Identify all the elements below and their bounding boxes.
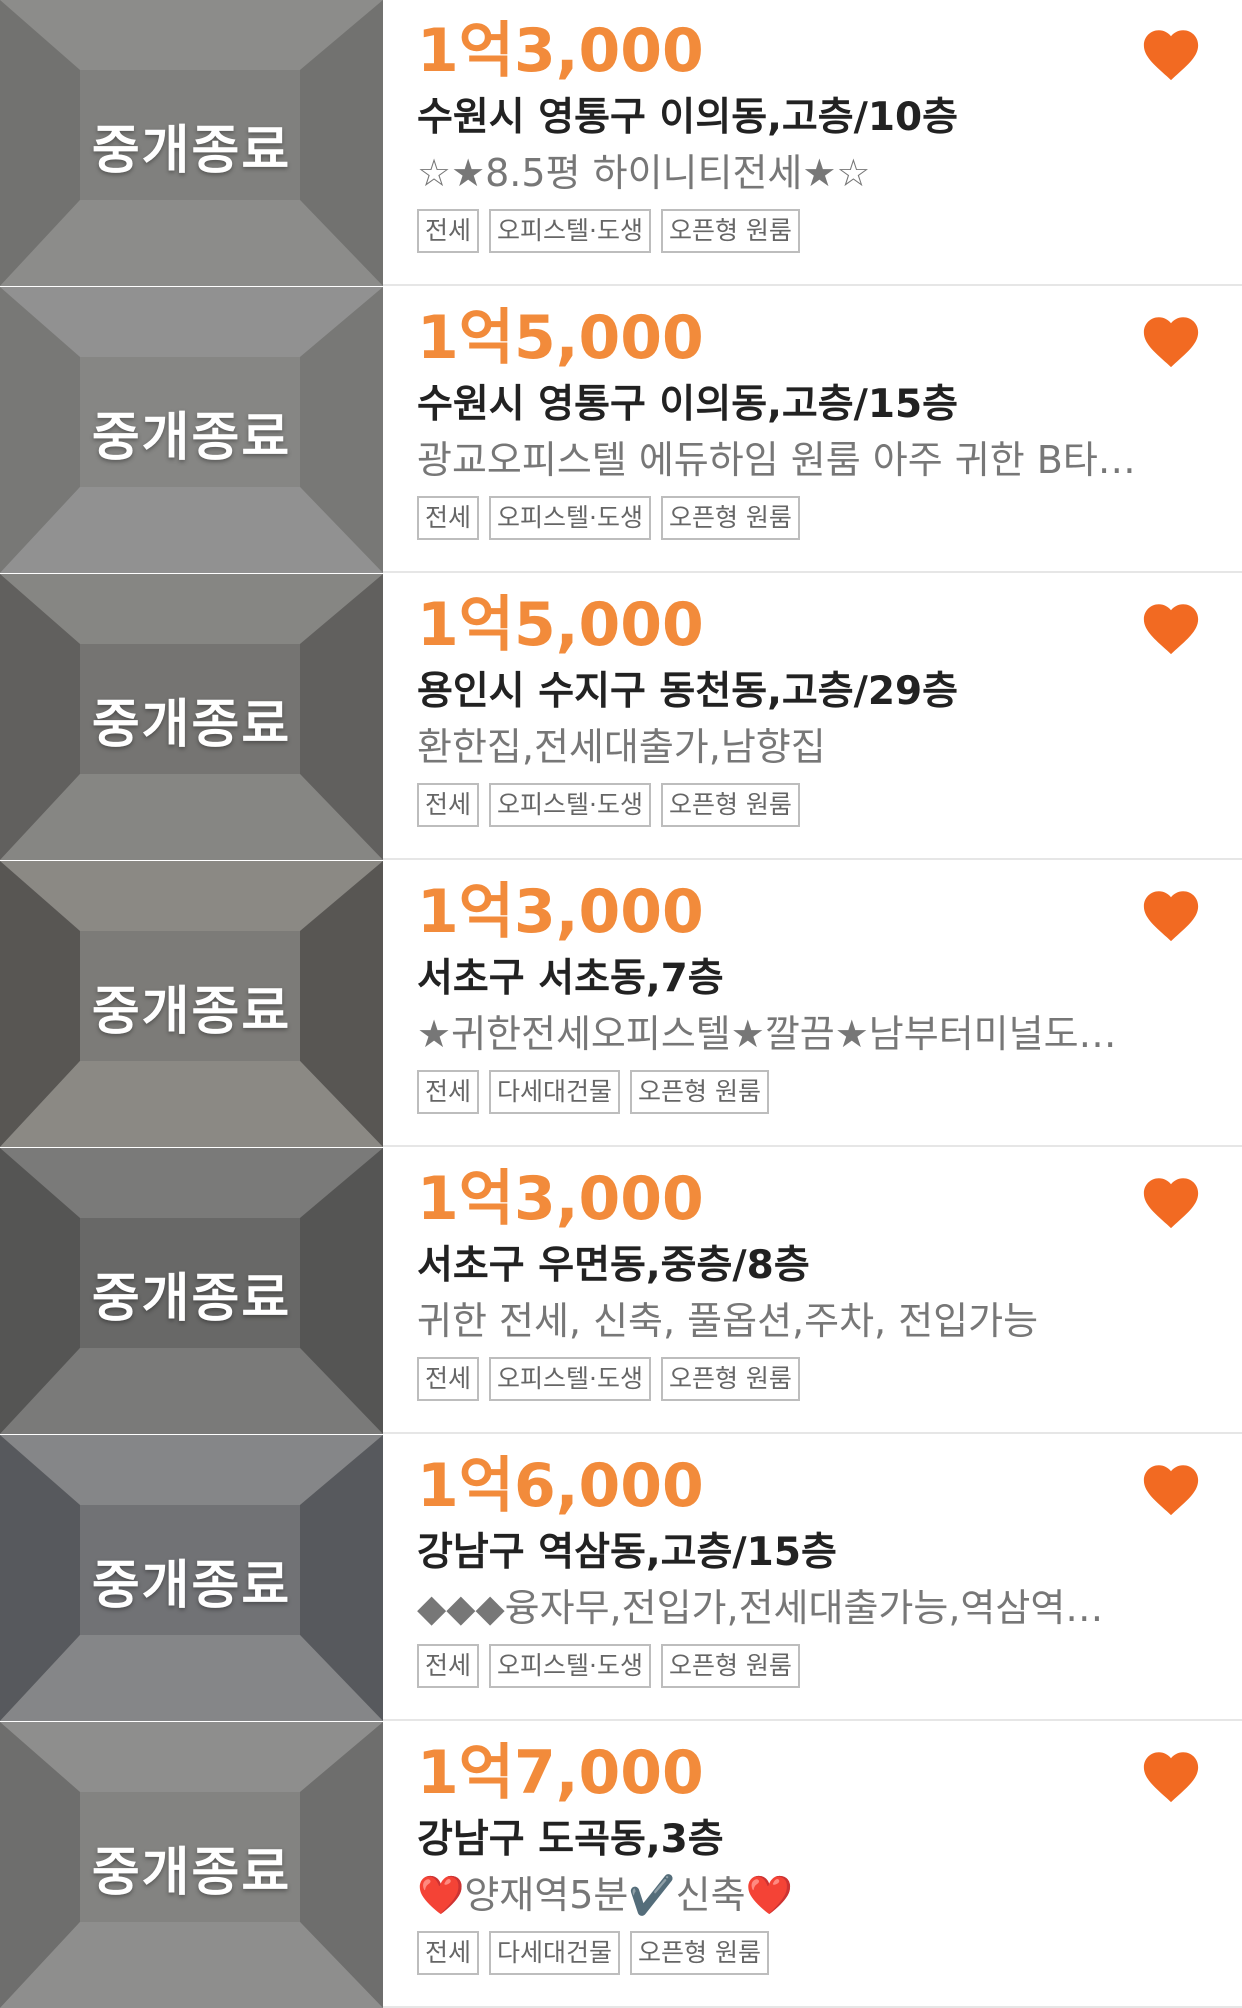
listing-tag: 전세 [417,1070,480,1114]
listing-description: 광교오피스텔 에듀하임 원룸 아주 귀한 B타… [417,438,1136,482]
listing-tag: 오피스텔·도생 [489,1644,651,1688]
listing-description: ☆★8.5평 하이니티전세★☆ [417,151,871,195]
listing-description: 환한집,전세대출가,남향집 [417,725,826,769]
listing-price: 1억3,000 [417,16,704,86]
listing-address: 수원시 영통구 이의동,고층/10층 [417,95,959,140]
listing-tag: 전세 [417,1357,480,1401]
deal-closed-label: 중개종료 [91,982,292,1042]
listing-tag: 오픈형 원룸 [630,1070,769,1114]
listing-tag: 전세 [417,209,480,253]
listing-tag: 다세대건물 [489,1070,621,1114]
listing-tags: 전세 오피스텔·도생 오픈형 원룸 [417,1357,800,1401]
listing-tag: 오피스텔·도생 [489,496,651,540]
heart-icon-shape [1143,30,1199,81]
heart-icon-shape [1143,891,1199,942]
heart-icon[interactable] [1140,1172,1202,1230]
listing-address: 서초구 서초동,7층 [417,956,724,1001]
listing-tag: 오피스텔·도생 [489,783,651,827]
heart-icon-shape [1143,1178,1199,1229]
listing-price: 1억3,000 [417,1164,704,1234]
listing-tag: 다세대건물 [489,1931,621,1975]
listing-info: 1억5,000 용인시 수지구 동천동,고층/29층 환한집,전세대출가,남향집… [417,574,1242,860]
heart-icon-shape [1143,604,1199,655]
heart-icon[interactable] [1140,1459,1202,1517]
listing-tags: 전세 오피스텔·도생 오픈형 원룸 [417,209,800,253]
listing-address: 용인시 수지구 동천동,고층/29층 [417,669,959,714]
listing-card[interactable]: 중개종료 1억6,000 강남구 역삼동,고층/15층 ◆◆◆융자무,전입가,전… [0,1435,1242,1721]
listing-info: 1억6,000 강남구 역삼동,고층/15층 ◆◆◆융자무,전입가,전세대출가능… [417,1435,1242,1721]
listing-price: 1억3,000 [417,877,704,947]
listing-address: 수원시 영통구 이의동,고층/15층 [417,382,959,427]
listing-tag: 오픈형 원룸 [660,1357,800,1401]
listing-tag: 오픈형 원룸 [660,1644,800,1688]
heart-icon[interactable] [1140,598,1202,656]
listing-info: 1억7,000 강남구 도곡동,3층 ❤️양재역5분✔️신축❤️ 전세 다세대건물… [417,1722,1242,2008]
listing-description: ❤️양재역5분✔️신축❤️ [417,1873,793,1917]
heart-icon[interactable] [1140,311,1202,369]
deal-closed-label: 중개종료 [91,1843,292,1903]
listing-price: 1억6,000 [417,1451,704,1521]
heart-icon[interactable] [1140,885,1202,943]
listing-info: 1억3,000 서초구 서초동,7층 ★귀한전세오피스텔★깔끔★남부터미널도… … [417,861,1242,1147]
listing-card[interactable]: 중개종료 1억3,000 수원시 영통구 이의동,고층/10층 ☆★8.5평 하… [0,0,1242,286]
listing-price: 1억5,000 [417,590,704,660]
listing-tag: 오피스텔·도생 [489,209,651,253]
listing-tags: 전세 다세대건물 오픈형 원룸 [417,1931,769,1975]
deal-closed-label: 중개종료 [91,1269,292,1329]
deal-closed-label: 중개종료 [91,408,292,468]
listing-list: 중개종료 1억3,000 수원시 영통구 이의동,고층/10층 ☆★8.5평 하… [0,0,1242,2008]
listing-info: 1억3,000 수원시 영통구 이의동,고층/10층 ☆★8.5평 하이니티전세… [417,0,1242,286]
listing-tag: 오픈형 원룸 [660,783,800,827]
listing-tag: 전세 [417,783,480,827]
listing-address: 강남구 도곡동,3층 [417,1817,724,1862]
listing-card[interactable]: 중개종료 1억3,000 서초구 우면동,중층/8층 귀한 전세, 신축, 풀옵… [0,1148,1242,1434]
listing-tags: 전세 다세대건물 오픈형 원룸 [417,1070,769,1114]
listing-tag: 전세 [417,496,480,540]
listing-tags: 전세 오피스텔·도생 오픈형 원룸 [417,783,800,827]
listing-address: 서초구 우면동,중층/8층 [417,1243,810,1288]
listing-description: ★귀한전세오피스텔★깔끔★남부터미널도… [417,1012,1117,1056]
listing-card[interactable]: 중개종료 1억5,000 용인시 수지구 동천동,고층/29층 환한집,전세대출… [0,574,1242,860]
listing-tag: 오픈형 원룸 [660,209,800,253]
listing-info: 1억5,000 수원시 영통구 이의동,고층/15층 광교오피스텔 에듀하임 원… [417,287,1242,573]
listing-info: 1억3,000 서초구 우면동,중층/8층 귀한 전세, 신축, 풀옵션,주차,… [417,1148,1242,1434]
heart-icon[interactable] [1140,24,1202,82]
listing-thumbnail[interactable]: 중개종료 [0,1435,383,1721]
listing-tags: 전세 오피스텔·도생 오픈형 원룸 [417,496,800,540]
listing-thumbnail[interactable]: 중개종료 [0,574,383,860]
listing-card[interactable]: 중개종료 1억7,000 강남구 도곡동,3층 ❤️양재역5분✔️신축❤️ 전세… [0,1722,1242,2008]
listing-thumbnail[interactable]: 중개종료 [0,287,383,573]
listing-card[interactable]: 중개종료 1억3,000 서초구 서초동,7층 ★귀한전세오피스텔★깔끔★남부터… [0,861,1242,1147]
listing-thumbnail[interactable]: 중개종료 [0,0,383,286]
heart-icon[interactable] [1140,1746,1202,1804]
listing-tag: 오피스텔·도생 [489,1357,651,1401]
listing-tag: 전세 [417,1644,480,1688]
heart-icon-shape [1143,1465,1199,1516]
deal-closed-label: 중개종료 [91,695,292,755]
listing-price: 1억5,000 [417,303,704,373]
heart-icon-shape [1143,1752,1199,1803]
heart-icon-shape [1143,317,1199,368]
listing-description: ◆◆◆융자무,전입가,전세대출가능,역삼역… [417,1586,1104,1630]
listing-thumbnail[interactable]: 중개종료 [0,861,383,1147]
listing-tag: 전세 [417,1931,480,1975]
listing-card[interactable]: 중개종료 1억5,000 수원시 영통구 이의동,고층/15층 광교오피스텔 에… [0,287,1242,573]
deal-closed-label: 중개종료 [91,121,292,181]
listing-tag: 오픈형 원룸 [630,1931,769,1975]
listing-address: 강남구 역삼동,고층/15층 [417,1530,837,1575]
listing-tag: 오픈형 원룸 [660,496,800,540]
listing-thumbnail[interactable]: 중개종료 [0,1722,383,2008]
listing-tags: 전세 오피스텔·도생 오픈형 원룸 [417,1644,800,1688]
listing-thumbnail[interactable]: 중개종료 [0,1148,383,1434]
listing-price: 1억7,000 [417,1738,704,1808]
deal-closed-label: 중개종료 [91,1556,292,1616]
listing-description: 귀한 전세, 신축, 풀옵션,주차, 전입가능 [417,1299,1039,1343]
